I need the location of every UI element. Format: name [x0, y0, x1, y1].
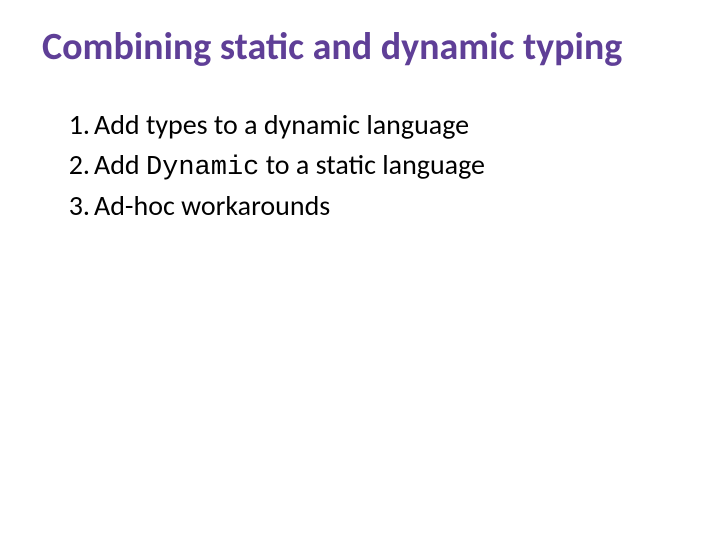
list-item: Add types to a dynamic language	[94, 106, 686, 146]
bullet-list: Add types to a dynamic language Add Dyna…	[34, 106, 686, 227]
list-item-text: Add	[94, 147, 146, 182]
list-item-text-post: to a static language	[259, 147, 485, 182]
list-item: Add Dynamic to a static language	[94, 146, 686, 186]
list-item: Ad-hoc workarounds	[94, 187, 686, 227]
list-item-code: Dynamic	[146, 153, 259, 183]
slide-title: Combining static and dynamic typing	[34, 26, 686, 70]
list-item-text: Add types to a dynamic language	[94, 107, 469, 142]
slide: Combining static and dynamic typing Add …	[0, 0, 720, 540]
list-item-text: Ad-hoc workarounds	[94, 188, 330, 223]
